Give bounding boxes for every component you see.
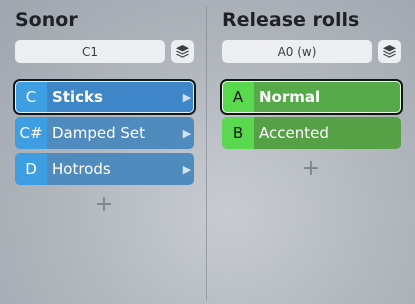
item-label: Normal [254,81,401,113]
note-key: C# [15,117,47,149]
add-item-button[interactable]: + [94,194,114,216]
layers-button[interactable] [171,40,194,63]
item-label: Damped Set [47,117,180,149]
note-key: C [15,81,47,113]
note-field[interactable]: C1 [15,40,165,63]
list-item-sticks[interactable]: C Sticks ▶ [15,81,194,113]
note-field[interactable]: A0 (w) [222,40,372,63]
item-label: Sticks [47,81,180,113]
layers-icon [382,44,397,58]
add-item-button[interactable]: + [301,158,321,180]
roll-key: A [222,81,254,113]
panel-title: Release rolls [222,9,360,31]
layers-button[interactable] [378,40,401,63]
chevron-right-icon[interactable]: ▶ [180,153,194,185]
item-label: Hotrods [47,153,180,185]
panel-divider [206,6,207,300]
list-item-normal[interactable]: A Normal [222,81,401,113]
list-item-accented[interactable]: B Accented [222,117,401,149]
note-key: D [15,153,47,185]
item-label: Accented [254,117,401,149]
roll-key: B [222,117,254,149]
chevron-right-icon[interactable]: ▶ [180,117,194,149]
list-item-hotrods[interactable]: D Hotrods ▶ [15,153,194,185]
panel-title: Sonor [15,9,78,31]
chevron-right-icon[interactable]: ▶ [180,81,194,113]
list-item-damped-set[interactable]: C# Damped Set ▶ [15,117,194,149]
layers-icon [175,44,190,58]
